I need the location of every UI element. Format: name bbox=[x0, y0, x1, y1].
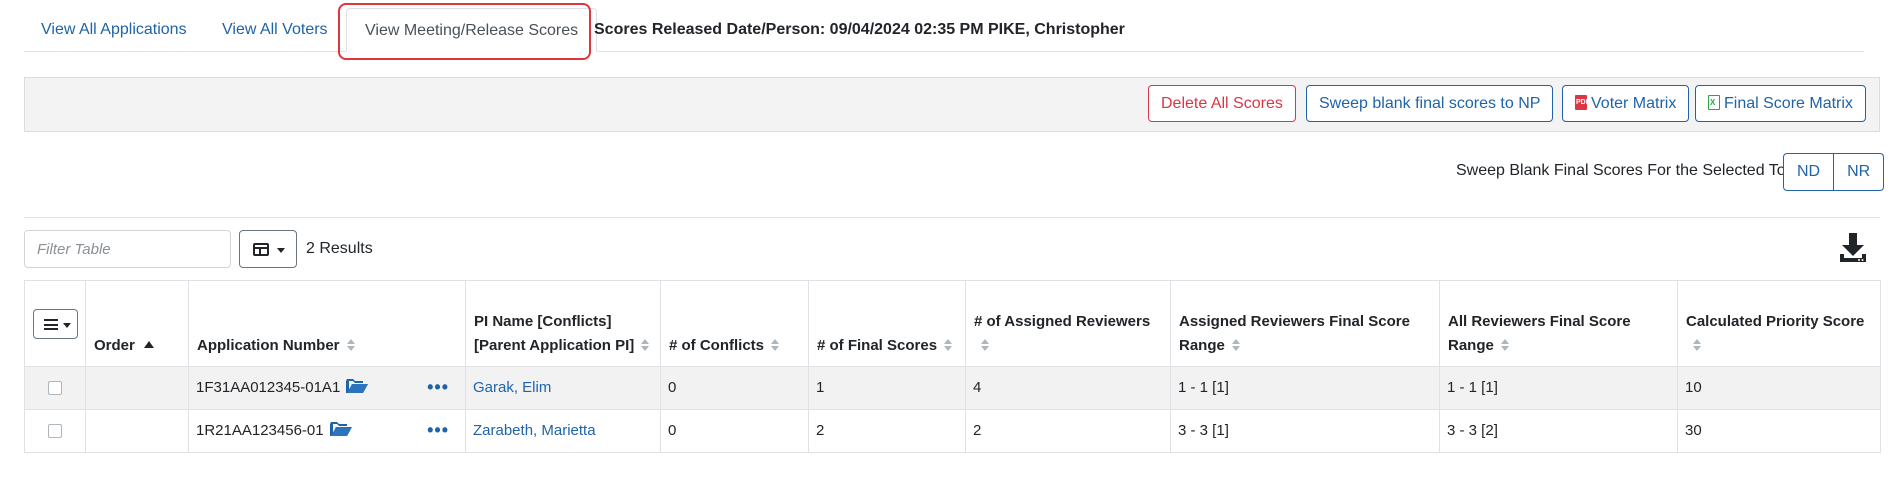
table-row: 1F31AA012345-01A1 ••• Garak, Elim 0 1 4 … bbox=[24, 366, 1881, 410]
row-menu-button[interactable] bbox=[33, 308, 78, 339]
num-conflicts-header[interactable]: # of Conflicts bbox=[660, 280, 809, 367]
order-header-label: Order bbox=[94, 337, 135, 354]
column-toggle-button[interactable] bbox=[239, 230, 297, 268]
all-range-cell: 3 - 3 [2] bbox=[1439, 409, 1678, 453]
sweep-selected-button-group: ND NR bbox=[1783, 153, 1885, 191]
pi-name-link[interactable]: Zarabeth, Marietta bbox=[473, 422, 596, 439]
excel-file-icon: X bbox=[1708, 95, 1720, 110]
order-cell bbox=[85, 366, 189, 410]
num-assigned-reviewers-cell: 2 bbox=[965, 409, 1171, 453]
order-header[interactable]: Order bbox=[85, 280, 189, 367]
section-divider bbox=[24, 217, 1880, 218]
row-select-cell bbox=[24, 366, 86, 410]
pi-name-cell: Zarabeth, Marietta bbox=[465, 409, 661, 453]
assigned-range-header[interactable]: Assigned Reviewers Final Score Range bbox=[1170, 280, 1440, 367]
application-number-header-label: Application Number bbox=[197, 337, 340, 354]
all-range-header-label: All Reviewers Final Score Range bbox=[1448, 313, 1631, 354]
final-score-matrix-label: Final Score Matrix bbox=[1724, 95, 1853, 112]
priority-score-header[interactable]: Calculated Priority Score bbox=[1677, 280, 1881, 367]
delete-all-scores-button[interactable]: Delete All Scores bbox=[1148, 85, 1296, 122]
filter-table-input[interactable] bbox=[24, 230, 231, 268]
tab-view-all-applications[interactable]: View All Applications bbox=[41, 8, 187, 52]
application-number-cell: 1F31AA012345-01A1 ••• bbox=[188, 366, 466, 410]
scores-table: Order Application Number PI Name [Confli… bbox=[24, 280, 1881, 453]
application-number: 1R21AA123456-01 bbox=[196, 422, 324, 439]
download-icon[interactable] bbox=[1838, 232, 1868, 264]
num-assigned-reviewers-cell: 4 bbox=[965, 366, 1171, 410]
sweep-selected-label: Sweep Blank Final Scores For the Selecte… bbox=[1456, 162, 1791, 179]
sort-icon[interactable] bbox=[771, 339, 780, 351]
num-conflicts-cell: 0 bbox=[660, 409, 809, 453]
row-checkbox[interactable] bbox=[48, 381, 62, 395]
application-number-header[interactable]: Application Number bbox=[188, 280, 466, 367]
highlight-annotation bbox=[338, 3, 591, 60]
voter-matrix-label: Voter Matrix bbox=[1591, 95, 1677, 112]
columns-icon bbox=[253, 243, 269, 256]
priority-score-cell: 10 bbox=[1677, 366, 1881, 410]
caret-down-icon bbox=[63, 322, 71, 328]
table-row: 1R21AA123456-01 ••• Zarabeth, Marietta 0… bbox=[24, 409, 1881, 453]
priority-score-cell: 30 bbox=[1677, 409, 1881, 453]
tab-view-all-voters[interactable]: View All Voters bbox=[222, 8, 328, 52]
sort-icon[interactable] bbox=[1231, 339, 1240, 351]
application-number: 1F31AA012345-01A1 bbox=[196, 379, 341, 396]
num-conflicts-header-label: # of Conflicts bbox=[669, 337, 765, 354]
num-assigned-reviewers-header-label: # of Assigned Reviewers bbox=[974, 313, 1151, 330]
row-select-cell bbox=[24, 409, 86, 453]
voter-matrix-button[interactable]: PDF Voter Matrix bbox=[1562, 85, 1690, 122]
num-final-scores-header[interactable]: # of Final Scores bbox=[808, 280, 966, 367]
order-cell bbox=[85, 409, 189, 453]
all-range-header[interactable]: All Reviewers Final Score Range bbox=[1439, 280, 1678, 367]
priority-score-header-label: Calculated Priority Score bbox=[1686, 313, 1865, 330]
sort-ascending-icon[interactable] bbox=[143, 341, 154, 348]
num-final-scores-cell: 2 bbox=[808, 409, 966, 453]
sort-icon[interactable] bbox=[1500, 339, 1509, 351]
pi-name-link[interactable]: Garak, Elim bbox=[473, 379, 551, 396]
folder-open-icon[interactable] bbox=[329, 422, 352, 437]
actions-toolbar: Delete All Scores Sweep blank final scor… bbox=[24, 77, 1880, 132]
pi-name-header[interactable]: PI Name [Conflicts] [Parent Application … bbox=[465, 280, 661, 367]
pdf-file-icon: PDF bbox=[1575, 95, 1590, 110]
row-actions-ellipsis-icon[interactable]: ••• bbox=[427, 378, 449, 396]
folder-open-icon[interactable] bbox=[346, 379, 369, 394]
sort-icon[interactable] bbox=[981, 339, 989, 351]
assigned-range-cell: 3 - 3 [1] bbox=[1170, 409, 1440, 453]
pi-name-cell: Garak, Elim bbox=[465, 366, 661, 410]
sweep-blank-to-np-button[interactable]: Sweep blank final scores to NP bbox=[1306, 85, 1554, 122]
num-final-scores-cell: 1 bbox=[808, 366, 966, 410]
hamburger-menu-icon bbox=[44, 318, 58, 330]
all-range-cell: 1 - 1 [1] bbox=[1439, 366, 1678, 410]
sort-icon[interactable] bbox=[346, 339, 355, 351]
row-actions-ellipsis-icon[interactable]: ••• bbox=[427, 421, 449, 439]
caret-down-icon bbox=[277, 248, 285, 253]
sweep-nr-button[interactable]: NR bbox=[1834, 153, 1885, 191]
assigned-range-cell: 1 - 1 [1] bbox=[1170, 366, 1440, 410]
results-count: 2 Results bbox=[306, 240, 373, 257]
assigned-range-header-label: Assigned Reviewers Final Score Range bbox=[1179, 313, 1410, 354]
pi-name-header-label: PI Name [Conflicts] [Parent Application … bbox=[474, 313, 635, 354]
num-conflicts-cell: 0 bbox=[660, 366, 809, 410]
row-checkbox[interactable] bbox=[48, 424, 62, 438]
scores-released-info: Scores Released Date/Person: 09/04/2024 … bbox=[594, 21, 1125, 38]
sort-icon[interactable] bbox=[1693, 339, 1701, 351]
sort-icon[interactable] bbox=[641, 339, 650, 351]
num-final-scores-header-label: # of Final Scores bbox=[817, 337, 938, 354]
application-number-cell: 1R21AA123456-01 ••• bbox=[188, 409, 466, 453]
final-score-matrix-button[interactable]: X Final Score Matrix bbox=[1695, 85, 1866, 122]
sweep-nd-button[interactable]: ND bbox=[1783, 153, 1835, 191]
select-menu-header bbox=[24, 280, 86, 367]
table-header-row: Order Application Number PI Name [Confli… bbox=[24, 280, 1881, 367]
num-assigned-reviewers-header[interactable]: # of Assigned Reviewers bbox=[965, 280, 1171, 367]
sort-icon[interactable] bbox=[944, 339, 953, 351]
